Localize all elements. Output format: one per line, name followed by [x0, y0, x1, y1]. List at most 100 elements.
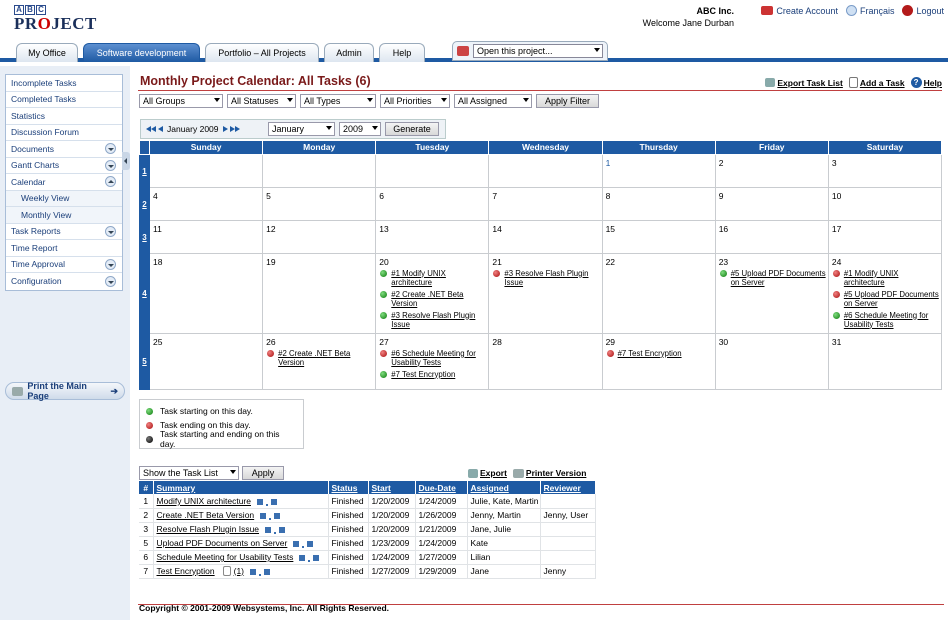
calendar-task-event[interactable]: #6 Schedule Meeting for Usability Tests: [376, 349, 488, 367]
sidebar-item-discussion-forum[interactable]: Discussion Forum: [6, 125, 122, 141]
column-header[interactable]: Start: [368, 481, 416, 494]
task-summary-link[interactable]: Resolve Flash Plugin Issue: [153, 522, 329, 537]
week-link[interactable]: 1: [139, 153, 150, 188]
expand-icon[interactable]: [105, 159, 116, 171]
sidebar-item-task-reports[interactable]: Task Reports: [6, 224, 122, 240]
calendar-day-cell[interactable]: 22: [601, 252, 716, 334]
add-task-link[interactable]: Add a Task: [848, 77, 905, 88]
calendar-day-cell[interactable]: 20 #1 Modify UNIX architecture #2 Create .…: [375, 252, 490, 334]
calendar-day-cell[interactable]: 5: [262, 186, 377, 221]
calendar-task-event[interactable]: #1 Modify UNIX architecture: [376, 269, 488, 287]
task-summary-link[interactable]: Upload PDF Documents on Server: [153, 536, 329, 551]
calendar-day-cell[interactable]: 9: [714, 186, 829, 221]
week-link[interactable]: 5: [139, 332, 150, 390]
assigned-filter-select[interactable]: All Assigned: [454, 94, 532, 108]
calendar-day-cell[interactable]: 31: [827, 332, 943, 390]
calendar-day-cell[interactable]: 11: [148, 219, 264, 254]
sidebar-item-documents[interactable]: Documents: [6, 141, 122, 158]
column-header[interactable]: Due-Date: [415, 481, 468, 494]
previous-year-icon[interactable]: [146, 124, 156, 134]
week-link[interactable]: 2: [139, 186, 150, 221]
sidebar-item-weekly-view[interactable]: Weekly View: [6, 190, 122, 207]
language-link[interactable]: Français: [845, 5, 894, 16]
export-task-list-link[interactable]: Export Task List: [765, 78, 843, 88]
type-filter-select[interactable]: All Types: [300, 94, 376, 108]
calendar-task-event[interactable]: #7 Test Encryption: [376, 370, 488, 379]
month-select[interactable]: January: [268, 122, 335, 136]
task-summary-link[interactable]: Test Encryption (1): [153, 564, 329, 579]
calendar-day-cell[interactable]: 25: [148, 332, 264, 390]
year-select[interactable]: 2009: [339, 122, 381, 136]
calendar-day-cell[interactable]: 10: [827, 186, 943, 221]
calendar-day-cell[interactable]: 30: [714, 332, 829, 390]
create-account-link[interactable]: Create Account: [761, 6, 838, 16]
priority-filter-select[interactable]: All Priorities: [380, 94, 450, 108]
expand-icon[interactable]: [105, 258, 116, 270]
calendar-day-cell[interactable]: 26 #2 Create .NET Beta Version: [262, 332, 377, 390]
calendar-task-event[interactable]: #2 Create .NET Beta Version: [376, 290, 488, 308]
column-header[interactable]: Assigned: [467, 481, 541, 494]
calendar-day-cell[interactable]: [488, 153, 603, 188]
sidebar-item-completed-tasks[interactable]: Completed Tasks: [6, 92, 122, 108]
calendar-day-cell[interactable]: [375, 153, 490, 188]
calendar-day-cell[interactable]: 15: [601, 219, 716, 254]
column-header[interactable]: Status: [328, 481, 369, 494]
calendar-day-cell[interactable]: 17: [827, 219, 943, 254]
sidebar-item-gantt-charts[interactable]: Gantt Charts: [6, 158, 122, 174]
calendar-task-event[interactable]: #2 Create .NET Beta Version: [263, 349, 375, 367]
tab-software-development[interactable]: Software development: [83, 43, 200, 62]
gantt-icon[interactable]: [250, 568, 271, 575]
expand-icon[interactable]: [105, 275, 116, 287]
gantt-icon[interactable]: [299, 554, 320, 562]
logout-link[interactable]: Logout: [902, 5, 944, 16]
calendar-day-cell[interactable]: 16: [714, 219, 829, 254]
printer-version-link[interactable]: Printer Version: [512, 468, 586, 478]
export-link[interactable]: Export: [468, 468, 507, 478]
calendar-day-cell[interactable]: 13: [375, 219, 490, 254]
group-filter-select[interactable]: All Groups: [139, 94, 223, 108]
calendar-task-event[interactable]: #1 Modify UNIX architecture: [829, 269, 941, 287]
calendar-day-cell[interactable]: 12: [262, 219, 377, 254]
calendar-day-cell[interactable]: 27 #6 Schedule Meeting for Usability Test…: [375, 332, 490, 390]
generate-button[interactable]: Generate: [385, 122, 439, 136]
calendar-day-cell[interactable]: 8: [601, 186, 716, 221]
gantt-icon[interactable]: [256, 498, 277, 505]
calendar-day-cell[interactable]: 2: [714, 153, 829, 188]
tab-admin[interactable]: Admin: [324, 43, 374, 62]
calendar-day-cell[interactable]: 7: [488, 186, 603, 221]
column-header[interactable]: #: [139, 481, 154, 494]
attachment-count[interactable]: (1): [234, 566, 244, 576]
expand-icon[interactable]: [105, 225, 116, 237]
calendar-day-cell[interactable]: 29 #7 Test Encryption: [601, 332, 716, 390]
calendar-day-cell[interactable]: 18: [148, 252, 264, 334]
gantt-icon[interactable]: [293, 540, 314, 548]
logo[interactable]: ABC PROJECT: [14, 4, 104, 33]
calendar-day-cell[interactable]: [262, 153, 377, 188]
calendar-day-cell[interactable]: 21 #3 Resolve Flash Plugin Issue: [488, 252, 603, 334]
collapse-icon[interactable]: [105, 176, 116, 188]
calendar-task-event[interactable]: #5 Upload PDF Documents on Server: [716, 269, 828, 287]
column-header[interactable]: Summary: [153, 481, 329, 494]
sidebar-item-incomplete-tasks[interactable]: Incomplete Tasks: [6, 75, 122, 92]
calendar-day-cell[interactable]: 1: [601, 153, 716, 188]
task-summary-link[interactable]: Modify UNIX architecture: [153, 494, 329, 509]
previous-month-icon[interactable]: [158, 126, 163, 132]
column-header[interactable]: Reviewer: [540, 481, 596, 494]
calendar-day-cell[interactable]: 24 #1 Modify UNIX architecture #5 Upload P…: [827, 252, 943, 334]
sidebar-item-time-report[interactable]: Time Report: [6, 240, 122, 257]
calendar-task-event[interactable]: #7 Test Encryption: [603, 349, 715, 358]
gantt-icon[interactable]: [265, 526, 286, 534]
sidebar-collapse-handle[interactable]: [122, 152, 130, 170]
calendar-task-event[interactable]: #3 Resolve Flash Plugin Issue: [376, 311, 488, 329]
task-summary-link[interactable]: Schedule Meeting for Usability Tests: [153, 550, 329, 565]
sidebar-item-monthly-view[interactable]: Monthly View: [6, 207, 122, 224]
tab-my-office[interactable]: My Office: [16, 43, 78, 62]
calendar-day-cell[interactable]: 19: [262, 252, 377, 334]
task-list-select[interactable]: Show the Task List: [139, 466, 239, 480]
calendar-day-cell[interactable]: 6: [375, 186, 490, 221]
calendar-task-event[interactable]: #6 Schedule Meeting for Usability Tests: [829, 311, 941, 329]
calendar-task-event[interactable]: #5 Upload PDF Documents on Server: [829, 290, 941, 308]
calendar-task-event[interactable]: #3 Resolve Flash Plugin Issue: [489, 269, 601, 287]
open-project-select[interactable]: Open this project...: [473, 44, 603, 58]
calendar-day-cell[interactable]: [148, 153, 264, 188]
